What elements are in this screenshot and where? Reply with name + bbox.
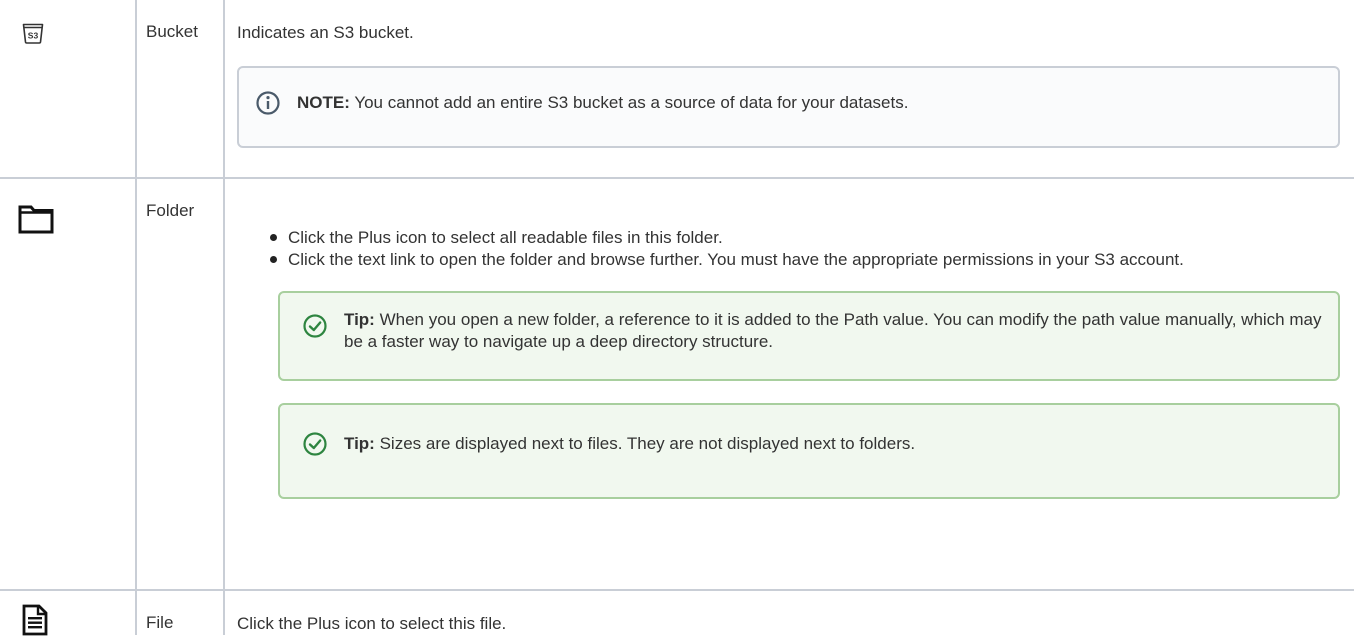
tip-label: Tip: xyxy=(344,434,375,453)
description-text: Indicates an S3 bucket. xyxy=(237,23,414,42)
description-cell: Click the Plus icon to select this file. xyxy=(223,589,1354,635)
description-cell: Indicates an S3 bucket. NOTE: You cannot… xyxy=(223,0,1354,179)
note-text: You cannot add an entire S3 bucket as a … xyxy=(354,93,909,112)
check-circle-icon xyxy=(303,314,327,338)
list-item: Click the text link to open the folder a… xyxy=(270,249,1342,271)
description-cell: Click the Plus icon to select all readab… xyxy=(223,177,1354,591)
tip-text: Sizes are displayed next to files. They … xyxy=(379,434,916,453)
icon-reference-table: Bucket Indicates an S3 bucket. NOTE: You… xyxy=(0,0,1354,635)
tip-panel: Tip: Sizes are displayed next to files. … xyxy=(278,403,1340,499)
note-panel: NOTE: You cannot add an entire S3 bucket… xyxy=(237,66,1340,148)
description-text: Click the Plus icon to select this file. xyxy=(237,614,507,633)
bullet-list: Click the Plus icon to select all readab… xyxy=(237,227,1342,271)
table-row-bucket: Bucket Indicates an S3 bucket. NOTE: You… xyxy=(0,0,1354,179)
type-label: File xyxy=(135,589,225,635)
note-label: NOTE: xyxy=(297,93,350,112)
file-document-icon xyxy=(22,604,48,636)
tip-panel: Tip: When you open a new folder, a refer… xyxy=(278,291,1340,381)
info-icon xyxy=(256,91,280,115)
tip-label: Tip: xyxy=(344,310,375,329)
check-circle-icon xyxy=(303,432,327,456)
folder-icon xyxy=(18,205,54,234)
list-item: Click the Plus icon to select all readab… xyxy=(270,227,1342,249)
table-row-folder: Folder Click the Plus icon to select all… xyxy=(0,177,1354,591)
type-label: Folder xyxy=(135,177,225,591)
icon-cell xyxy=(0,177,137,591)
tip-text: When you open a new folder, a reference … xyxy=(344,310,1322,351)
type-label: Bucket xyxy=(135,0,225,179)
table-row-file: File Click the Plus icon to select this … xyxy=(0,589,1354,635)
s3-bucket-icon: S3 xyxy=(22,23,44,44)
svg-text:S3: S3 xyxy=(28,31,39,41)
